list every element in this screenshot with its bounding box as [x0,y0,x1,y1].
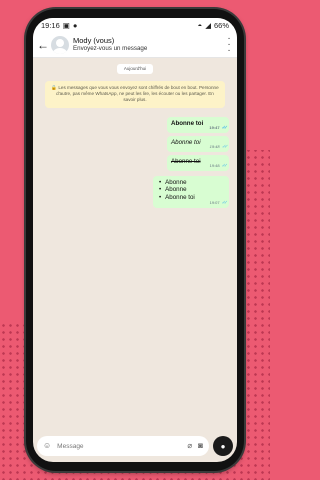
message-text: Abonne toi [171,157,201,165]
status-bar: 19:16 ▣ ● ◓ ◢ 66% [33,18,237,32]
double-check-icon: ✓✓ [221,124,229,131]
message-text: Abonne toi [171,119,204,127]
message-meta: 19:47 ✓✓ [209,124,229,131]
message-field[interactable]: ☺ Message ⌀ ◙ [37,436,209,456]
message-input-placeholder[interactable]: Message [57,443,181,450]
sticker-icon[interactable]: ☺ [43,442,51,450]
arrow-left-icon[interactable]: ← [37,38,49,52]
double-check-icon: ✓✓ [221,143,229,150]
encryption-notice[interactable]: 🔒 Les messages que vous vous envoyez son… [45,81,225,108]
message-meta: 19:48 ✓✓ [209,143,229,150]
message-bubble-strikethrough[interactable]: Abonne toi 19:48 ✓✓ [167,154,229,171]
bullet-list: Abonne Abonne Abonne toi [159,179,225,202]
message-meta: 19:48 ✓✓ [209,162,229,169]
contact-name: Mody (vous) [73,35,115,45]
whatsapp-screen: 19:16 ▣ ● ◓ ◢ 66% ← Mody (vous) Envoyez-… [33,18,237,462]
double-check-icon: ✓✓ [221,199,229,206]
date-divider: Aujourd'hui [117,64,153,74]
paperclip-icon[interactable]: ⌀ [187,442,192,450]
message-text: Abonne toi [171,138,201,146]
background-plain-left [0,150,24,320]
avatar[interactable] [51,35,69,54]
gallery-icon: ▣ [62,20,70,30]
message-time: 19:48 [209,144,220,150]
chat-header: ← Mody (vous) Envoyez-vous un message · ·… [33,32,237,58]
chat-bubble-icon: ● [72,20,78,30]
double-check-icon: ✓✓ [221,162,229,169]
camera-icon[interactable]: ◙ [198,442,203,450]
contact-info[interactable]: Mody (vous) Envoyez-vous un message [73,35,221,53]
contact-subtitle: Envoyez-vous un message [73,45,148,53]
chat-area: Aujourd'hui 🔒 Les messages que vous vous… [33,58,237,422]
list-item: Abonne [159,186,225,194]
signal-icon: ◢ [205,20,211,30]
message-time: 19:07 [209,200,220,206]
composer-bar: ☺ Message ⌀ ◙ ● [33,436,237,456]
list-item: Abonne [159,179,225,187]
microphone-icon[interactable]: ● [213,436,233,456]
wifi-icon: ◓ [197,20,203,30]
status-time: 19:16 [41,20,60,30]
message-meta: 19:07 ✓✓ [209,199,229,206]
message-bubble-list[interactable]: Abonne Abonne Abonne toi 19:07 ✓✓ [153,175,229,208]
kebab-menu-icon[interactable]: · · · [225,33,233,55]
message-time: 19:48 [209,163,220,169]
battery-percent: 66% [213,20,229,30]
message-time: 19:47 [209,125,220,131]
message-bubble-italic[interactable]: Abonne toi 19:48 ✓✓ [167,135,229,152]
message-bubble-bold[interactable]: Abonne toi 19:47 ✓✓ [167,116,229,133]
